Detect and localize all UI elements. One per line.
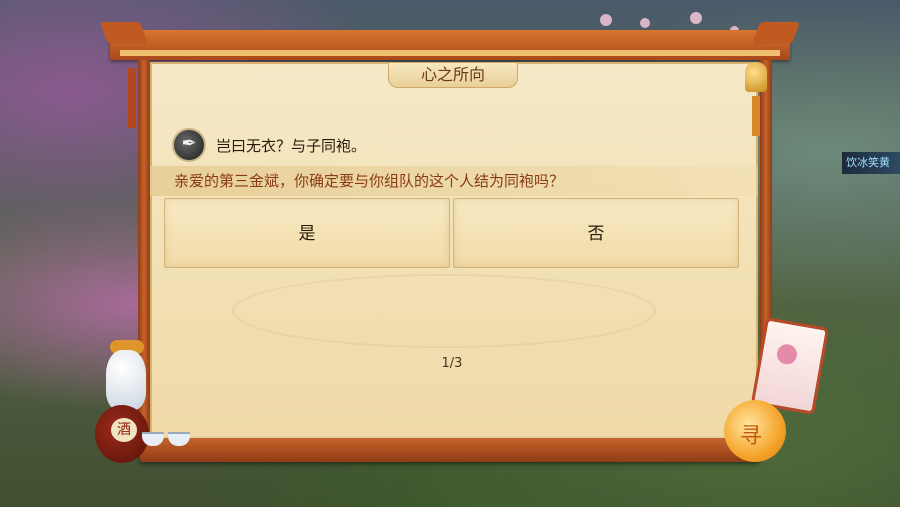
question-text: 亲爱的第三金斌，你确定要与你组队的这个人结为同袍吗？ xyxy=(150,166,758,196)
wine-jar-label: 酒 xyxy=(111,418,137,442)
option-yes-button[interactable]: 是 xyxy=(164,198,450,268)
npc-portrait-icon: ✒ xyxy=(172,128,206,162)
cloud-pattern xyxy=(232,274,656,348)
cup-icon xyxy=(168,432,190,446)
tassel-decoration xyxy=(752,96,760,136)
cup-icon xyxy=(142,432,164,446)
npc-dialog-text: 岂曰无衣？与子同袍。 xyxy=(216,137,367,155)
blossom-decoration xyxy=(600,14,612,26)
lantern-glyph: 寻 xyxy=(740,424,763,449)
blossom-decoration xyxy=(640,18,650,28)
vase-decoration xyxy=(106,350,146,410)
blossom-decoration xyxy=(690,12,702,24)
dialog-title: 心之所向 xyxy=(388,62,518,88)
bell-icon xyxy=(745,62,767,92)
option-no-button[interactable]: 否 xyxy=(453,198,739,268)
flower-icon xyxy=(775,342,799,366)
page-indicator: 1/3 xyxy=(441,356,463,371)
frame-bottom-beam xyxy=(140,438,760,462)
frame-trim xyxy=(120,50,780,56)
player-name-tag: 饮冰笑黄 xyxy=(842,152,900,174)
hanging-ornament xyxy=(128,68,136,128)
tea-cups-decoration xyxy=(142,432,194,446)
